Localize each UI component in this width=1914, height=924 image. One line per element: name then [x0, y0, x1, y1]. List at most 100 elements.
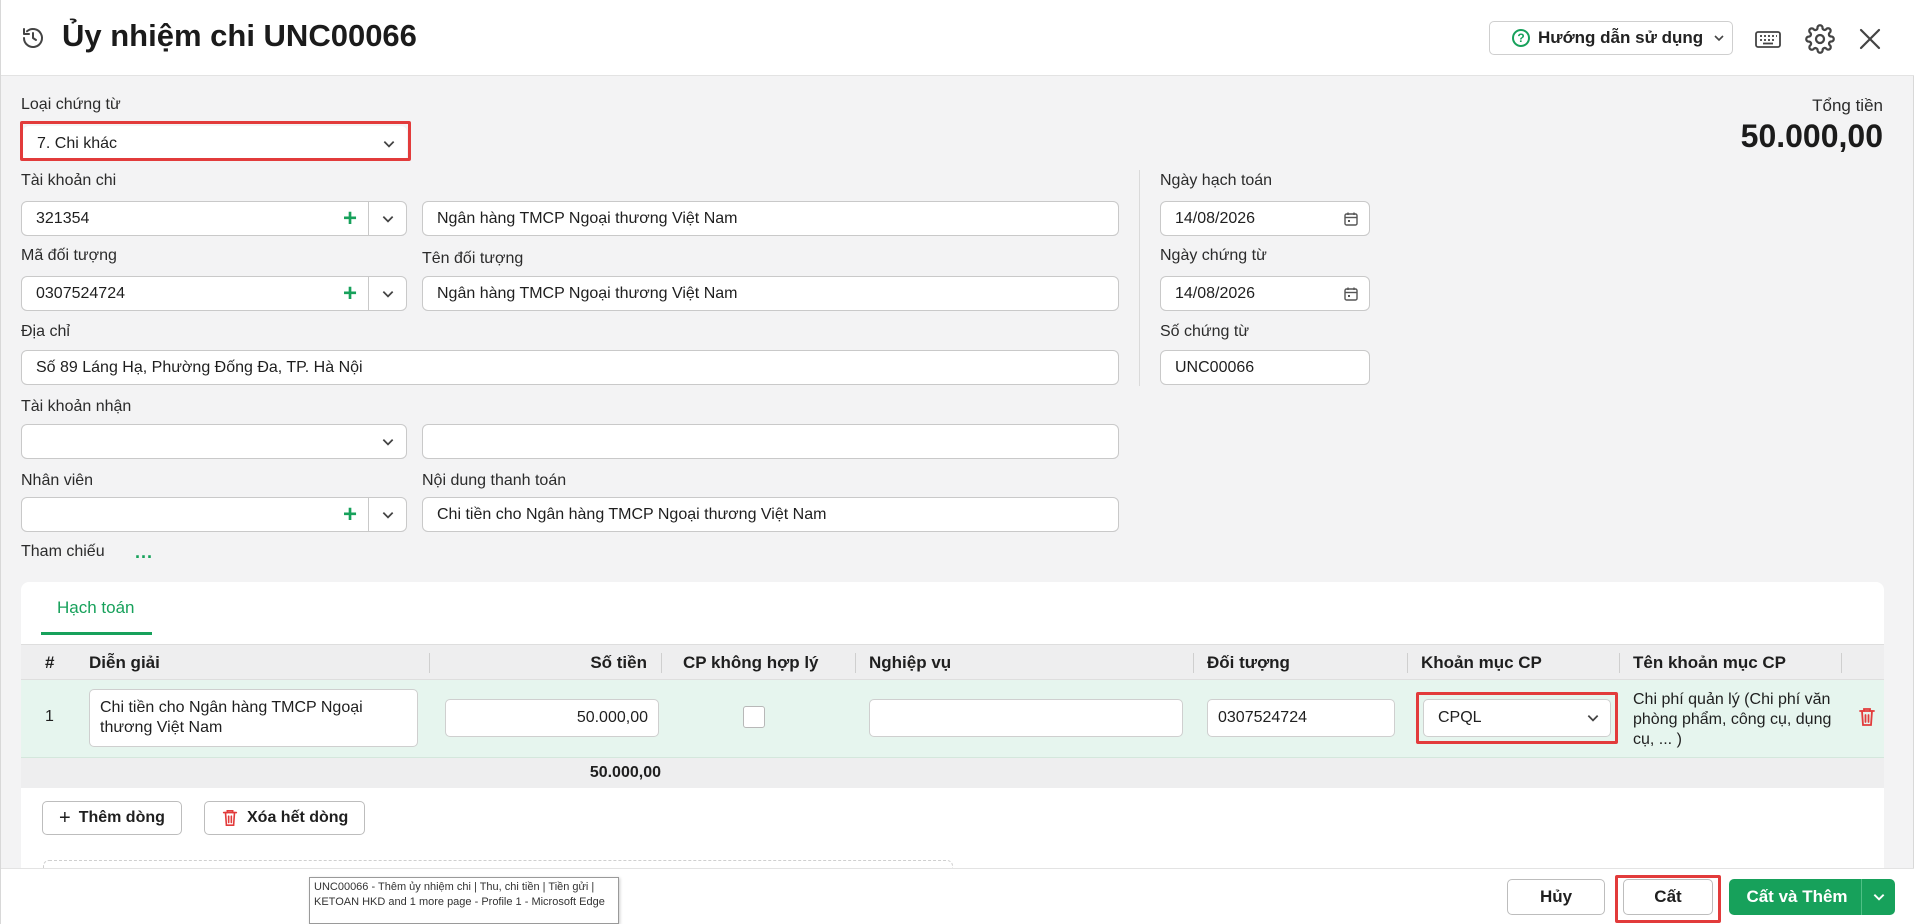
- cancel-button[interactable]: Hủy: [1507, 879, 1605, 915]
- voucher-type-label: Loại chứng từ: [21, 96, 121, 113]
- receive-account-label: Tài khoản nhận: [21, 398, 132, 415]
- table-summary-row: 50.000,00: [21, 758, 1884, 788]
- col-separator: [855, 653, 856, 673]
- receive-bank-field[interactable]: [422, 424, 1119, 459]
- col-header-unreasonable: CP không hợp lý: [683, 653, 819, 672]
- plus-icon: +: [59, 806, 71, 829]
- object-name-field[interactable]: Ngân hàng TMCP Ngoại thương Việt Nam: [422, 276, 1119, 311]
- close-icon[interactable]: [1855, 24, 1885, 54]
- table-row: 1 Chi tiền cho Ngân hàng TMCP Ngoại thươ…: [21, 680, 1884, 758]
- save-and-add-label: Cất và Thêm: [1746, 887, 1848, 906]
- col-header-amount: Số tiền: [590, 653, 647, 672]
- pay-bank-field[interactable]: Ngân hàng TMCP Ngoại thương Việt Nam: [422, 201, 1119, 236]
- voucher-date-value: 14/08/2026: [1175, 284, 1256, 302]
- col-header-description: Diễn giải: [89, 653, 160, 672]
- active-tab-indicator: [41, 632, 152, 635]
- clear-rows-label: Xóa hết dòng: [247, 809, 349, 826]
- col-header-index: #: [45, 653, 55, 672]
- add-icon[interactable]: +: [332, 202, 368, 235]
- accounting-panel: Hạch toán # Diễn giải Số tiền CP không h…: [21, 582, 1884, 890]
- pay-account-value: 321354: [36, 209, 90, 227]
- history-icon[interactable]: [21, 26, 45, 50]
- help-label: Hướng dẫn sử dụng: [1538, 28, 1704, 47]
- object-code-value: 0307524724: [36, 284, 125, 302]
- keyboard-icon[interactable]: [1753, 24, 1783, 54]
- address-label: Địa chỉ: [21, 323, 70, 340]
- pay-account-label: Tài khoản chi: [21, 172, 117, 189]
- posting-date-label: Ngày hạch toán: [1160, 172, 1273, 189]
- pay-account-combo[interactable]: 321354 +: [21, 201, 407, 236]
- chevron-down-icon[interactable]: [368, 277, 406, 310]
- question-icon: ?: [1512, 29, 1530, 47]
- chevron-down-icon[interactable]: [368, 498, 406, 531]
- footer-bar: Hủy Cất Cất và Thêm: [1, 868, 1914, 924]
- voucher-date-label: Ngày chứng từ: [1160, 247, 1267, 264]
- col-separator: [1841, 653, 1842, 673]
- col-header-expense-item-name: Tên khoản mục CP: [1633, 653, 1787, 672]
- add-icon[interactable]: +: [332, 498, 368, 531]
- calendar-icon[interactable]: [1333, 277, 1369, 310]
- receive-account-combo[interactable]: [21, 424, 407, 459]
- posting-date-value: 14/08/2026: [1175, 209, 1256, 227]
- row-number: 1: [45, 708, 54, 725]
- voucher-no-value: UNC00066: [1175, 358, 1255, 376]
- address-value: Số 89 Láng Hạ, Phường Đống Đa, TP. Hà Nộ…: [36, 358, 363, 376]
- col-header-expense-item: Khoản mục CP: [1421, 653, 1542, 672]
- content-label: Nội dung thanh toán: [422, 472, 567, 489]
- tab-accounting[interactable]: Hạch toán: [57, 598, 135, 618]
- header-bar: Ủy nhiệm chi UNC00066 ? Hướng dẫn sử dụn…: [1, 0, 1914, 76]
- reference-label: Tham chiếu: [21, 543, 105, 560]
- description-input[interactable]: Chi tiền cho Ngân hàng TMCP Ngoại thương…: [89, 689, 418, 747]
- voucher-no-field[interactable]: UNC00066: [1160, 350, 1370, 385]
- highlight-voucher-type: [20, 121, 411, 161]
- chevron-down-icon[interactable]: [370, 425, 406, 458]
- content-field[interactable]: Chi tiền cho Ngân hàng TMCP Ngoại thương…: [422, 497, 1119, 532]
- table-header: # Diễn giải Số tiền CP không hợp lý Nghi…: [21, 644, 1884, 680]
- highlight-save: [1615, 875, 1721, 923]
- chevron-down-icon[interactable]: [368, 202, 406, 235]
- add-row-button[interactable]: + Thêm dòng: [42, 801, 182, 835]
- content-value: Chi tiền cho Ngân hàng TMCP Ngoại thương…: [437, 505, 827, 523]
- posting-date-field[interactable]: 14/08/2026: [1160, 201, 1370, 236]
- calendar-icon[interactable]: [1333, 202, 1369, 235]
- col-separator: [429, 653, 430, 673]
- object-input[interactable]: 0307524724: [1207, 699, 1395, 737]
- taskbar-tooltip: UNC00066 - Thêm ủy nhiệm chi | Thu, chi …: [309, 877, 619, 924]
- reference-more-link[interactable]: ...: [135, 542, 153, 563]
- chevron-down-icon[interactable]: [1861, 879, 1895, 915]
- sum-amount: 50.000,00: [589, 764, 661, 781]
- add-icon[interactable]: +: [332, 277, 368, 310]
- col-header-object: Đối tượng: [1207, 653, 1290, 672]
- trash-icon[interactable]: [1857, 706, 1877, 728]
- page-title: Ủy nhiệm chi UNC00066: [62, 18, 417, 53]
- trash-icon: [222, 809, 238, 827]
- object-name-value: Ngân hàng TMCP Ngoại thương Việt Nam: [437, 284, 738, 302]
- total-amount: 50.000,00: [1740, 118, 1883, 154]
- col-separator: [661, 653, 662, 673]
- voucher-window: Ủy nhiệm chi UNC00066 ? Hướng dẫn sử dụn…: [0, 0, 1914, 924]
- amount-input[interactable]: 50.000,00: [445, 699, 659, 737]
- employee-combo[interactable]: +: [21, 497, 407, 532]
- address-field[interactable]: Số 89 Láng Hạ, Phường Đống Đa, TP. Hà Nộ…: [21, 350, 1119, 385]
- voucher-no-label: Số chứng từ: [1160, 323, 1250, 340]
- highlight-expense-item: [1416, 692, 1618, 744]
- unreasonable-checkbox[interactable]: [743, 706, 765, 728]
- object-code-label: Mã đối tượng: [21, 247, 117, 264]
- chevron-down-icon: [1714, 35, 1724, 42]
- col-separator: [1193, 653, 1194, 673]
- operation-input[interactable]: [869, 699, 1183, 737]
- col-separator: [1619, 653, 1620, 673]
- voucher-date-field[interactable]: 14/08/2026: [1160, 276, 1370, 311]
- object-name-label: Tên đối tượng: [422, 250, 524, 267]
- employee-label: Nhân viên: [21, 472, 94, 489]
- total-label: Tổng tiền: [1812, 96, 1883, 115]
- help-dropdown-button[interactable]: ? Hướng dẫn sử dụng: [1489, 21, 1733, 55]
- save-and-add-button[interactable]: Cất và Thêm: [1729, 879, 1895, 915]
- clear-rows-button[interactable]: Xóa hết dòng: [204, 801, 366, 835]
- column-divider: [1139, 170, 1140, 386]
- col-separator: [1407, 653, 1408, 673]
- gear-icon[interactable]: [1805, 24, 1835, 54]
- object-code-combo[interactable]: 0307524724 +: [21, 276, 407, 311]
- add-row-label: Thêm dòng: [78, 809, 165, 826]
- col-header-operation: Nghiệp vụ: [869, 653, 952, 672]
